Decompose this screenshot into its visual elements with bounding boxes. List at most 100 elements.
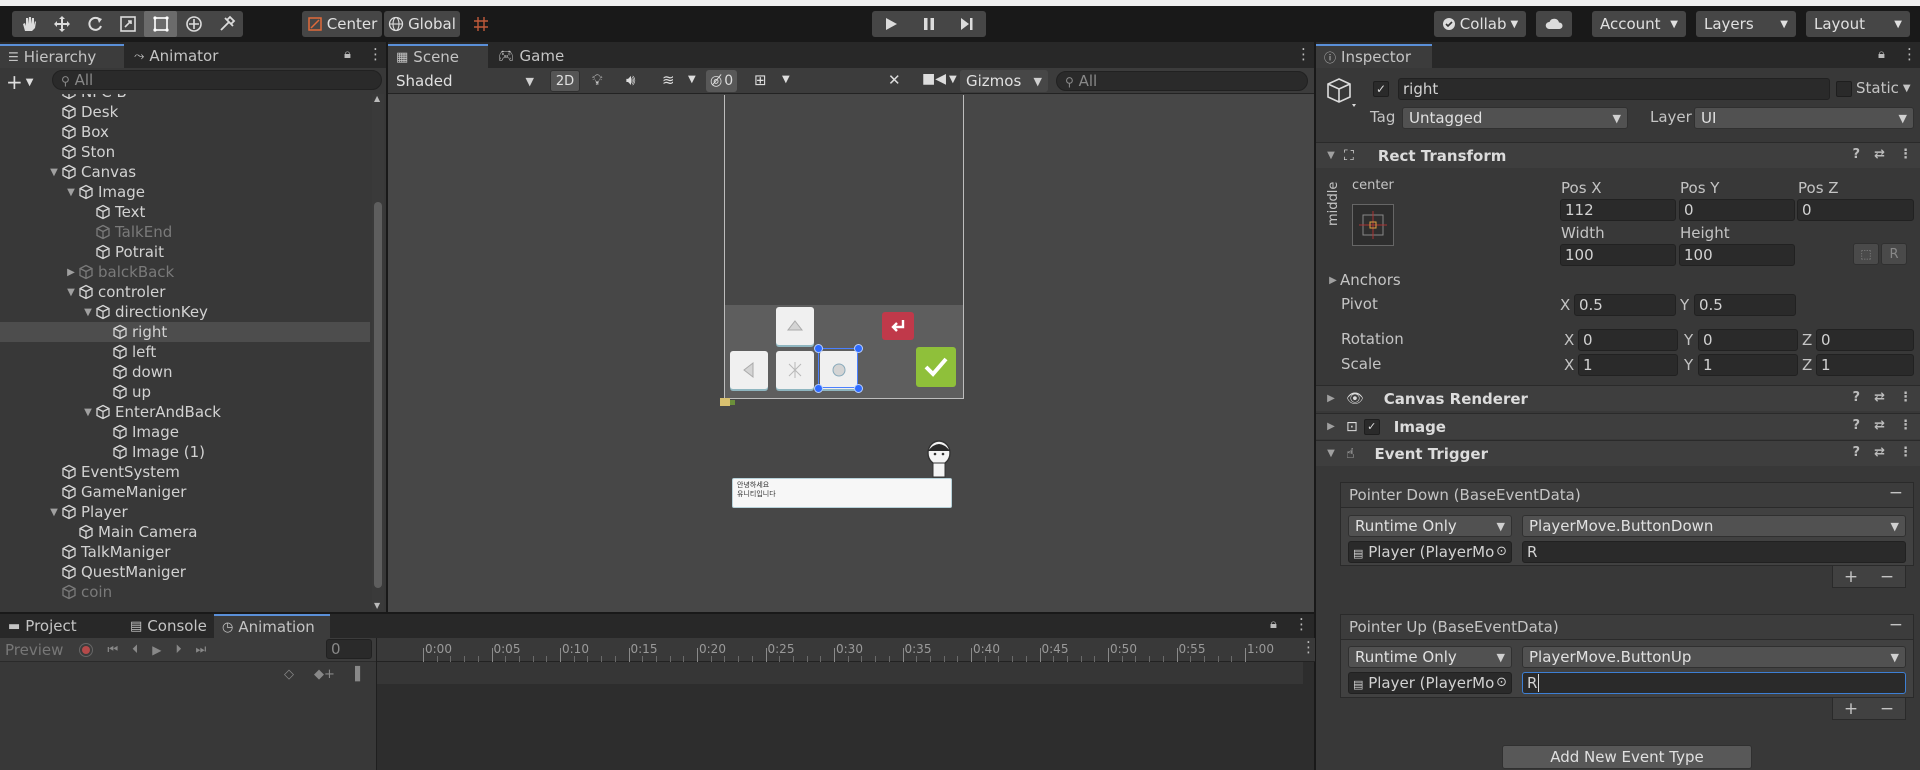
kebab-menu-icon[interactable]: ⋮ [1899, 418, 1912, 433]
hierarchy-item[interactable]: Ston [0, 142, 370, 162]
object-picker-icon[interactable]: ⊙ [1496, 543, 1507, 561]
layout-dropdown[interactable]: Layout ▼ [1806, 11, 1910, 37]
hierarchy-item[interactable]: coin [0, 582, 370, 602]
help-icon[interactable]: ? [1853, 147, 1861, 162]
kebab-menu-icon[interactable]: ⋮ [1899, 445, 1912, 460]
function-dropdown[interactable]: PlayerMove.ButtonDown ▼ [1522, 515, 1906, 537]
scene-search-input[interactable]: ⚲ All [1056, 71, 1308, 91]
left-key-button[interactable] [730, 351, 768, 389]
image-enabled-checkbox[interactable]: ✓ [1363, 418, 1380, 435]
hierarchy-item[interactable]: left [0, 342, 370, 362]
hierarchy-item[interactable]: Box [0, 122, 370, 142]
effects-icon[interactable]: ≋ [662, 71, 675, 89]
width-input[interactable]: 100 [1560, 244, 1676, 266]
prev-key-icon[interactable]: ⏴ [132, 642, 138, 657]
rect-handle[interactable] [814, 344, 823, 353]
static-dropdown[interactable]: Static ▼ [1856, 79, 1911, 97]
scale-x-input[interactable]: 1 [1578, 354, 1678, 376]
snap-grid-icon[interactable] [466, 11, 496, 37]
object-picker-icon[interactable]: ⊙ [1496, 674, 1507, 692]
tools-icon[interactable]: ✕ [888, 71, 901, 89]
hierarchy-search-input[interactable]: ⚲ All [52, 70, 382, 90]
rot-z-input[interactable]: 0 [1816, 329, 1914, 351]
kebab-menu-icon[interactable]: ⋮ [1296, 45, 1311, 63]
lock-icon[interactable]: 🔒︎ [1270, 617, 1277, 632]
add-event-icon[interactable]: ▐ [350, 667, 360, 682]
posy-input[interactable]: 0 [1679, 199, 1795, 221]
hierarchy-item[interactable]: ▼ controler [0, 282, 370, 302]
play-icon[interactable]: ▶ [152, 643, 161, 657]
rect-handle[interactable] [854, 344, 863, 353]
record-icon[interactable] [79, 642, 94, 657]
tab-hierarchy[interactable]: ☰ Hierarchy [0, 44, 124, 68]
runtime-dropdown[interactable]: Runtime Only ▼ [1348, 646, 1512, 668]
object-name-input[interactable]: right [1398, 78, 1830, 100]
hierarchy-item[interactable]: ▼ directionKey [0, 302, 370, 322]
confirm-key-button[interactable] [916, 347, 956, 387]
event-trigger-header[interactable]: ▼ ☝ Event Trigger ? ⇄ ⋮ [1316, 440, 1920, 466]
chevron-down-icon[interactable]: ▼ [688, 74, 696, 85]
scroll-up-icon[interactable]: ▲ [374, 94, 380, 103]
hierarchy-item[interactable]: Potrait [0, 242, 370, 262]
filter-icon[interactable]: ◇ [284, 667, 294, 682]
preset-icon[interactable]: ⇄ [1874, 390, 1885, 405]
hidden-objects-toggle[interactable]: ◎̸ 0 [706, 70, 738, 92]
tab-game[interactable]: 🎮︎ Game [490, 44, 572, 68]
hierarchy-item[interactable]: up [0, 382, 370, 402]
help-icon[interactable]: ? [1853, 445, 1861, 460]
rotate-icon[interactable] [78, 11, 111, 37]
collapse-icon[interactable]: ▼ [64, 287, 78, 298]
scene-viewport[interactable]: 안녕하세요 유니티입니다 [388, 95, 1314, 612]
raw-edit-button[interactable]: R [1881, 243, 1907, 265]
hierarchy-scrollbar[interactable]: ▲ ▼ [372, 94, 384, 610]
hierarchy-item[interactable]: Desk [0, 102, 370, 122]
pivot-x-input[interactable]: 0.5 [1574, 294, 1676, 316]
preview-toggle[interactable]: Preview [5, 641, 63, 659]
hierarchy-item[interactable]: ▼ Player [0, 502, 370, 522]
transform-icon[interactable] [177, 11, 210, 37]
canvas-renderer-header[interactable]: ▶ 👁︎ Canvas Renderer ? ⇄ ⋮ [1316, 385, 1920, 411]
hierarchy-item[interactable]: EventSystem [0, 462, 370, 482]
up-key-button[interactable] [776, 307, 814, 345]
kebab-menu-icon[interactable]: ⋮ [1899, 147, 1912, 162]
layer-dropdown[interactable]: UI ▼ [1694, 107, 1914, 129]
runtime-dropdown[interactable]: Runtime Only ▼ [1348, 515, 1512, 537]
kebab-menu-icon[interactable]: ⋮ [368, 45, 383, 63]
hierarchy-item[interactable]: GameManiger [0, 482, 370, 502]
next-key-icon[interactable]: ⏵ [175, 642, 181, 657]
hierarchy-item[interactable]: Image (1) [0, 442, 370, 462]
last-key-icon[interactable]: ⏭ [195, 642, 206, 657]
remove-event-button[interactable]: − [1889, 615, 1903, 635]
frame-input[interactable]: 0 [326, 639, 372, 659]
account-dropdown[interactable]: Account ▼ [1592, 11, 1686, 37]
lock-icon[interactable]: 🔒︎ [1878, 47, 1885, 62]
scrollbar-thumb[interactable] [374, 202, 382, 588]
create-button[interactable]: + ▼ [6, 70, 33, 94]
collapse-icon[interactable]: ▼ [81, 307, 95, 318]
lock-icon[interactable]: 🔒︎ [344, 47, 351, 62]
hierarchy-item[interactable]: TalkManiger [0, 542, 370, 562]
shading-dropdown[interactable]: Shaded ▼ [390, 70, 540, 92]
rot-y-input[interactable]: 0 [1698, 329, 1798, 351]
pivot-toggle[interactable]: Center [302, 11, 382, 37]
move-icon[interactable] [45, 11, 78, 37]
target-object-field[interactable]: ▤ Player (PlayerMo ⊙ [1348, 541, 1512, 563]
hierarchy-item[interactable]: QuestManiger [0, 562, 370, 582]
collapse-icon[interactable]: ▼ [81, 407, 95, 418]
custom-tool-icon[interactable] [210, 11, 243, 37]
scale-y-input[interactable]: 1 [1698, 354, 1798, 376]
cloud-icon[interactable] [1536, 11, 1572, 37]
hierarchy-item[interactable]: Text [0, 202, 370, 222]
lighting-icon[interactable]: 💡︎ [592, 71, 603, 89]
hierarchy-item[interactable]: ▼ Canvas [0, 162, 370, 182]
tab-animator[interactable]: ⤳ Animator [126, 44, 226, 68]
rect-handle[interactable] [854, 384, 863, 393]
collapse-icon[interactable]: ▼ [64, 187, 78, 198]
hierarchy-item[interactable]: NPC B [0, 94, 370, 102]
active-checkbox[interactable]: ✓ [1373, 81, 1389, 97]
gizmos-dropdown[interactable]: Gizmos ▼ [960, 70, 1048, 92]
play-icon[interactable] [872, 11, 910, 37]
hierarchy-item[interactable]: TalkEnd [0, 222, 370, 242]
hierarchy-item[interactable]: right [0, 322, 370, 342]
scroll-down-icon[interactable]: ▼ [374, 601, 380, 610]
